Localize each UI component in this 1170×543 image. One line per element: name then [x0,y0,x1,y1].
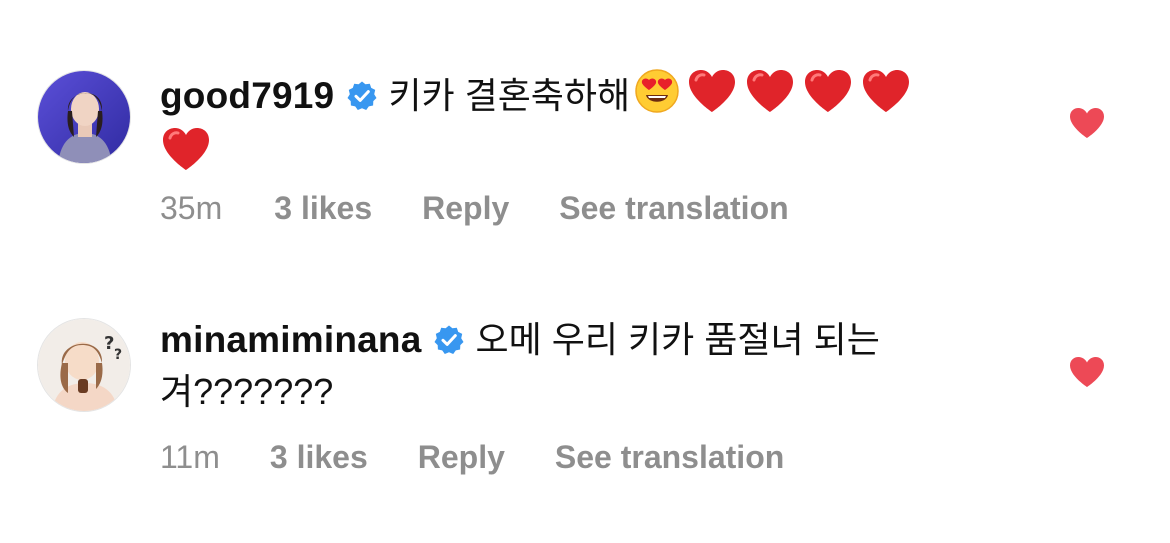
see-translation-button[interactable]: See translation [559,190,788,227]
red-heart-icon [686,68,738,126]
comment-username[interactable]: minamiminana [160,319,421,360]
verified-badge-icon [346,76,378,124]
comment-timestamp: 11m [160,439,220,475]
heart-icon[interactable] [1068,355,1106,389]
avatar[interactable] [37,70,131,164]
reply-button[interactable]: Reply [422,190,509,227]
comment-text: 키카 결혼축하해 [388,75,631,116]
red-heart-icon [802,68,854,126]
smiling-face-heart-eyes-icon [634,68,680,126]
see-translation-button[interactable]: See translation [555,439,784,476]
red-heart-icon [860,68,912,126]
comment-timestamp: 35m [160,190,223,226]
avatar[interactable]: ? ? [37,318,131,412]
red-heart-icon [160,126,212,184]
comment-meta: 35m 3 likes Reply See translation [160,190,789,227]
reply-button[interactable]: Reply [418,439,505,476]
comment-likes-link[interactable]: 3 likes [270,439,368,476]
comment-meta: 11m 3 likes Reply See translation [160,439,784,476]
comment-likes-link[interactable]: 3 likes [274,190,372,227]
svg-text:?: ? [114,347,122,363]
verified-badge-icon [433,320,465,368]
heart-icon[interactable] [1068,106,1106,140]
red-heart-icon [744,68,796,126]
comment-username[interactable]: good7919 [160,75,334,116]
svg-text:?: ? [104,333,114,354]
